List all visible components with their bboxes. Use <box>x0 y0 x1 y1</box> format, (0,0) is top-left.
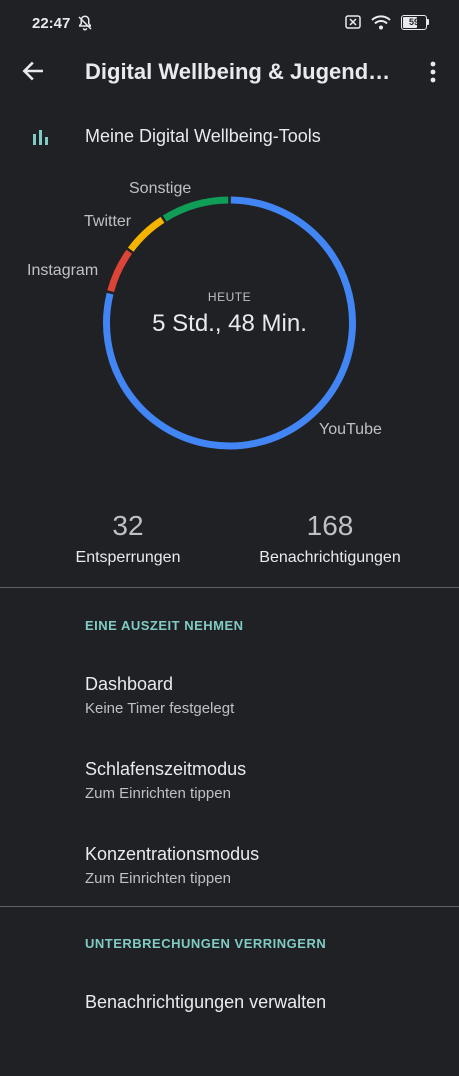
list-item-bedtime-mode[interactable]: Schlafenszeitmodus Zum Einrichten tippen <box>0 759 459 843</box>
sim-off-icon <box>345 15 361 29</box>
list-item-manage-notifications[interactable]: Benachrichtigungen verwalten <box>0 992 459 1076</box>
divider <box>0 906 459 907</box>
battery-icon: 59 <box>401 14 427 30</box>
unlocks-label[interactable]: Entsperrungen <box>48 549 208 567</box>
item-title: Konzentrationsmodus <box>85 844 260 864</box>
list-item-focus-mode[interactable]: Konzentrationsmodus Zum Einrichten tippe… <box>0 844 459 928</box>
wifi-icon <box>371 15 391 30</box>
item-subtitle: Keine Timer festgelegt <box>85 700 235 717</box>
item-title: Dashboard <box>85 674 174 694</box>
status-time: 22:47 <box>32 15 71 32</box>
item-title: Benachrichtigungen verwalten <box>85 992 327 1012</box>
chart-center-label: HEUTE <box>207 290 252 304</box>
do-not-disturb-icon <box>78 15 92 31</box>
item-title: Schlafenszeitmodus <box>85 759 247 779</box>
more-options-icon[interactable] <box>424 60 442 84</box>
chart-label-instagram: Instagram <box>27 262 99 279</box>
chart-label-twitter: Twitter <box>84 213 132 230</box>
chart-label-youtube: YouTube <box>319 421 382 438</box>
back-arrow-icon[interactable] <box>20 58 46 84</box>
section-header-timeout: EINE AUSZEIT NEHMEN <box>85 618 244 633</box>
item-subtitle: Zum Einrichten tippen <box>85 870 231 887</box>
divider <box>0 587 459 588</box>
donut-slice-sonstige[interactable] <box>162 196 229 222</box>
bar-chart-icon <box>33 130 48 145</box>
notifications-label[interactable]: Benachrichtigungen <box>240 549 420 567</box>
tools-header-label[interactable]: Meine Digital Wellbeing-Tools <box>85 126 321 147</box>
section-header-interruptions: UNTERBRECHUNGEN VERRINGERN <box>85 936 327 951</box>
chart-label-sonstige: Sonstige <box>129 180 192 197</box>
list-item-dashboard[interactable]: Dashboard Keine Timer festgelegt <box>0 674 459 758</box>
unlocks-count[interactable]: 32 <box>58 510 198 542</box>
donut-slice-instagram[interactable] <box>107 249 133 293</box>
item-subtitle: Zum Einrichten tippen <box>85 785 231 802</box>
donut-slice-twitter[interactable] <box>127 216 165 252</box>
notifications-count[interactable]: 168 <box>240 510 420 542</box>
page-title: Digital Wellbeing & Jugendschutz <box>85 59 400 84</box>
chart-total-time: 5 Std., 48 Min. <box>152 310 307 337</box>
